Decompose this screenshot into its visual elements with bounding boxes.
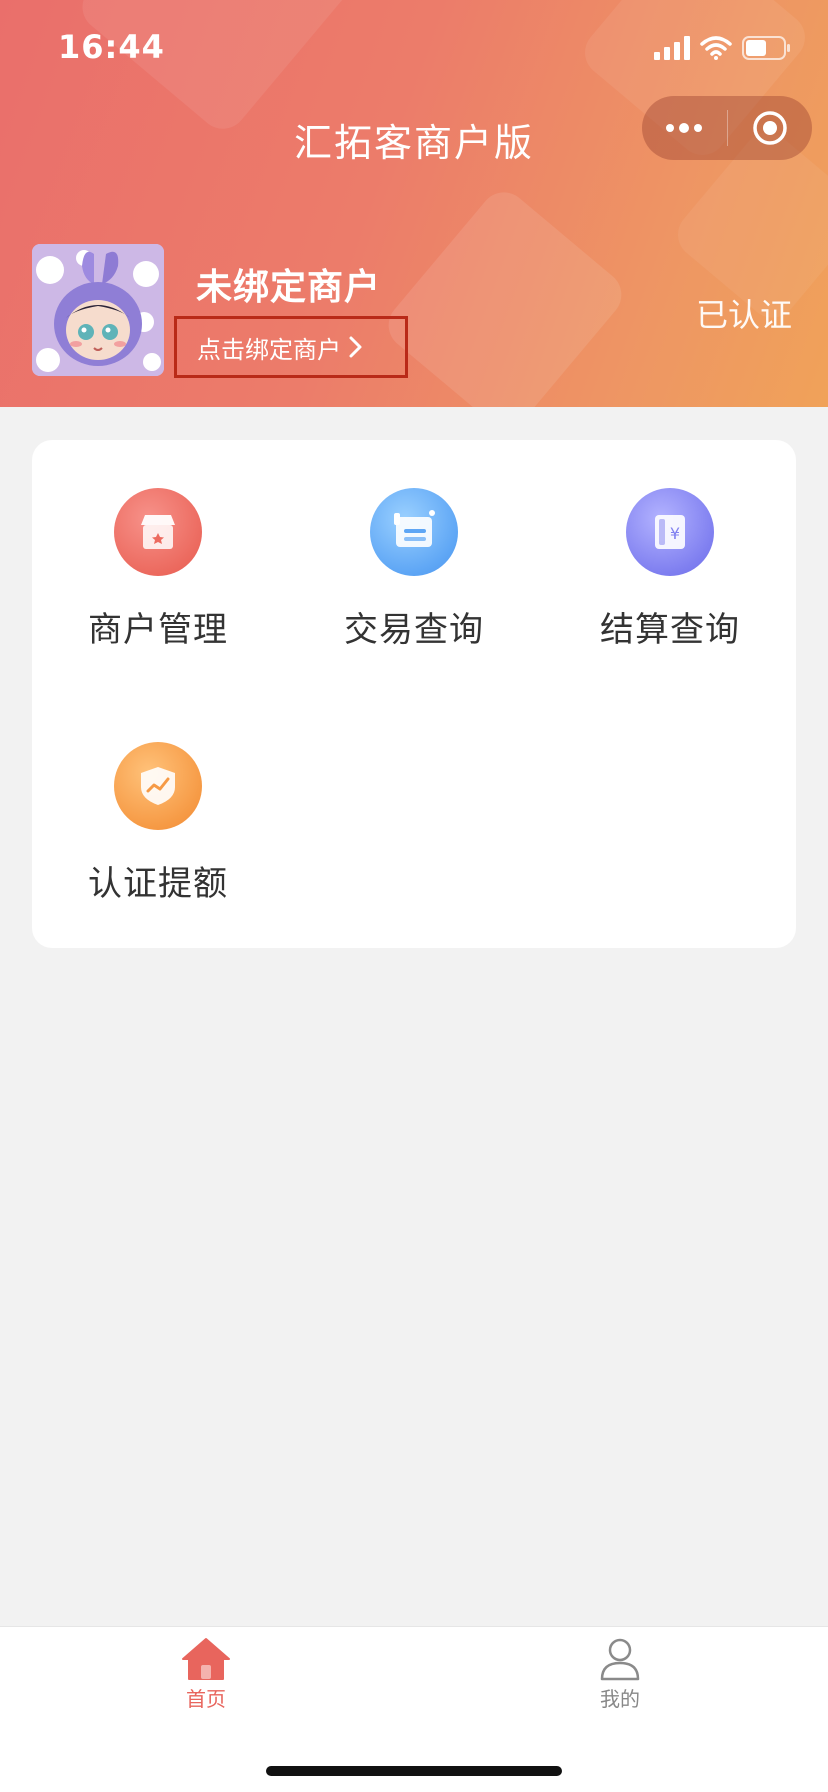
menu-item-label: 结算查询 [600,610,740,650]
miniprogram-capsule [642,96,812,160]
tab-label: 首页 [186,1687,226,1711]
menu-item-settlement-query[interactable]: ¥ 结算查询 [570,488,770,651]
shield-chart-icon [114,742,202,830]
menu-item-label: 认证提额 [88,864,228,904]
tab-home[interactable]: 首页 [146,1637,266,1712]
settlement-icon: ¥ [626,488,714,576]
bind-merchant-link[interactable]: 点击绑定商户 [174,316,408,378]
tab-label: 我的 [600,1687,640,1711]
header-decoration [378,182,632,407]
target-icon [753,111,787,145]
store-icon [114,488,202,576]
tab-mine[interactable]: 我的 [560,1637,680,1712]
status-time: 16:44 [58,28,165,66]
status-icons [654,36,792,60]
function-menu-card: 商户管理 交易查询 ¥ 结算查询 认证提额 [32,440,796,948]
bind-merchant-label: 点击绑定商户 [197,335,341,364]
wifi-icon [700,36,732,60]
more-dots-icon [666,123,703,133]
verification-status: 已认证 [695,296,792,334]
menu-item-certification-limit[interactable]: 认证提额 [58,742,258,905]
avatar[interactable] [32,244,164,376]
signal-icon [654,36,690,60]
battery-icon [742,36,790,60]
more-button[interactable] [642,96,727,160]
menu-item-label: 商户管理 [88,610,228,650]
home-indicator [266,1766,562,1776]
menu-item-transaction-query[interactable]: 交易查询 [314,488,514,651]
user-icon [600,1638,640,1681]
menu-item-label: 交易查询 [344,610,484,650]
header: 16:44 汇拓客商户版 未绑定商户 点击绑定商户 已认证 [0,0,828,407]
avatar-image [32,244,164,376]
chevron-right-icon [349,336,362,358]
merchant-name: 未绑定商户 [196,267,382,308]
menu-item-merchant-management[interactable]: 商户管理 [58,488,258,651]
svg-text:¥: ¥ [670,524,680,543]
home-icon [182,1638,230,1680]
close-miniprogram-button[interactable] [728,96,813,160]
card-reader-icon [370,488,458,576]
